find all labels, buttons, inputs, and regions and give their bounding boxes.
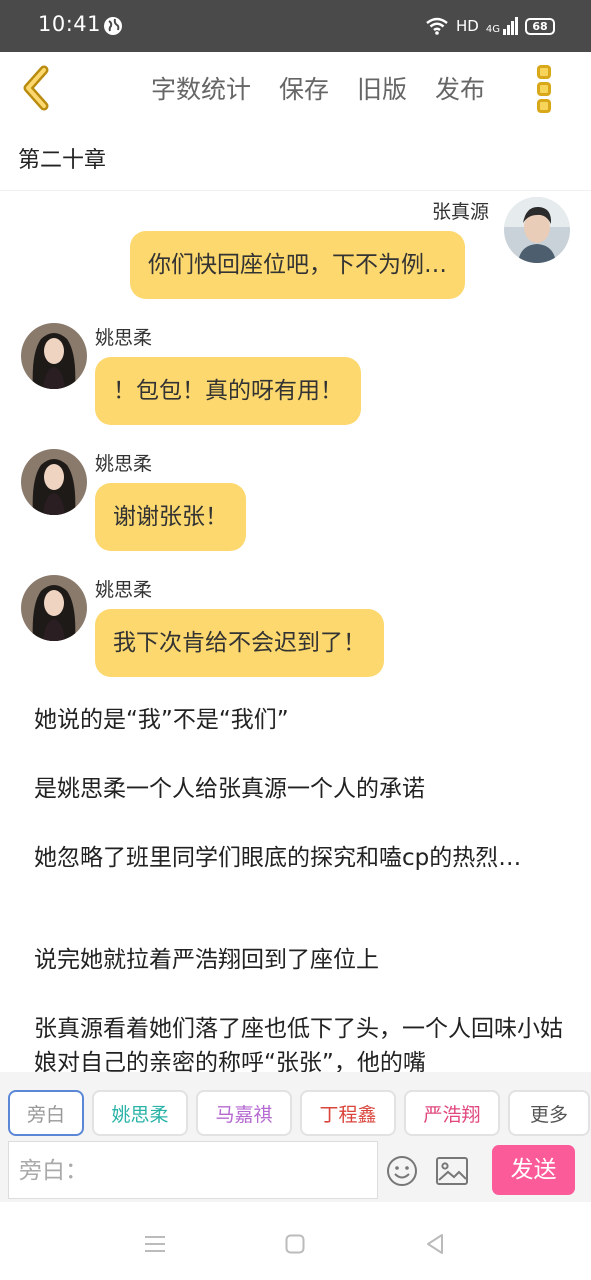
divider [0, 190, 591, 191]
avatar[interactable] [21, 449, 87, 515]
speaker-name: 姚思柔 [95, 453, 153, 475]
globe-icon [104, 17, 122, 35]
publish-button[interactable]: 发布 [435, 70, 485, 106]
narration-text: 她忽略了班里同学们眼底的探究和嗑cp的热烈… [34, 845, 522, 871]
menu-icon[interactable] [144, 1234, 166, 1254]
role-chip-yao-sirou[interactable]: 姚思柔 [92, 1090, 188, 1136]
more-menu-icon[interactable] [533, 65, 555, 113]
speaker-name: 姚思柔 [95, 579, 153, 601]
speaker-name: 张真源 [432, 201, 490, 223]
image-icon[interactable] [435, 1156, 469, 1186]
chapter-title: 第二十章 [18, 148, 107, 173]
message-bubble: 谢谢张张！ [95, 483, 246, 551]
avatar[interactable] [21, 575, 87, 641]
status-icons: HD 4G 68 [425, 15, 555, 37]
emoji-icon[interactable] [386, 1155, 418, 1187]
role-chip-ding-chengxin[interactable]: 丁程鑫 [300, 1090, 396, 1136]
status-time: 10:41 [38, 12, 102, 36]
status-bar: 10:41 HD 4G 68 [0, 0, 591, 52]
save-button[interactable]: 保存 [279, 70, 329, 106]
network-type: HD [456, 17, 479, 35]
back-arrow-icon[interactable] [18, 64, 58, 112]
message-bubble: 你们快回座位吧，下不为例… [130, 231, 465, 299]
word-count-button[interactable]: 字数统计 [151, 70, 251, 106]
signal-icon: 4G [486, 17, 518, 35]
role-chip-more[interactable]: 更多 [508, 1090, 590, 1136]
speaker-name: 姚思柔 [95, 327, 153, 349]
send-button[interactable]: 发送 [492, 1145, 575, 1195]
narration-text: 是姚思柔一个人给张真源一个人的承诺 [34, 776, 425, 802]
old-version-button[interactable]: 旧版 [357, 70, 407, 106]
battery-icon: 68 [525, 17, 555, 35]
back-triangle-icon[interactable] [424, 1233, 446, 1255]
message-bubble: 我下次肯给不会迟到了！ [95, 609, 384, 677]
role-chip-narrator[interactable]: 旁白 [8, 1090, 84, 1136]
toolbar-menu: 字数统计 保存 旧版 发布 [151, 70, 513, 106]
top-toolbar: 字数统计 保存 旧版 发布 [0, 52, 591, 126]
message-bubble: ！包包！真的呀有用！ [95, 357, 361, 425]
narration-text: 张真源看着她们落了座也低下了头，一个人回味小姑娘对自己的亲密的称呼“张张”，他的… [34, 1016, 563, 1076]
role-chip-ma-jiaqi[interactable]: 马嘉祺 [196, 1090, 292, 1136]
home-icon[interactable] [285, 1234, 305, 1254]
avatar[interactable] [504, 197, 570, 263]
role-selector: 旁白 姚思柔 马嘉祺 丁程鑫 严浩翔 更多 [8, 1090, 590, 1136]
system-nav-bar [0, 1202, 591, 1280]
wifi-icon [426, 17, 448, 35]
narration-text: 说完她就拉着严浩翔回到了座位上 [34, 947, 379, 973]
message-input[interactable]: 旁白： [8, 1141, 378, 1199]
role-chip-yan-haoxiang[interactable]: 严浩翔 [404, 1090, 500, 1136]
avatar[interactable] [21, 323, 87, 389]
narration-text: 她说的是“我”不是“我们” [34, 707, 289, 733]
